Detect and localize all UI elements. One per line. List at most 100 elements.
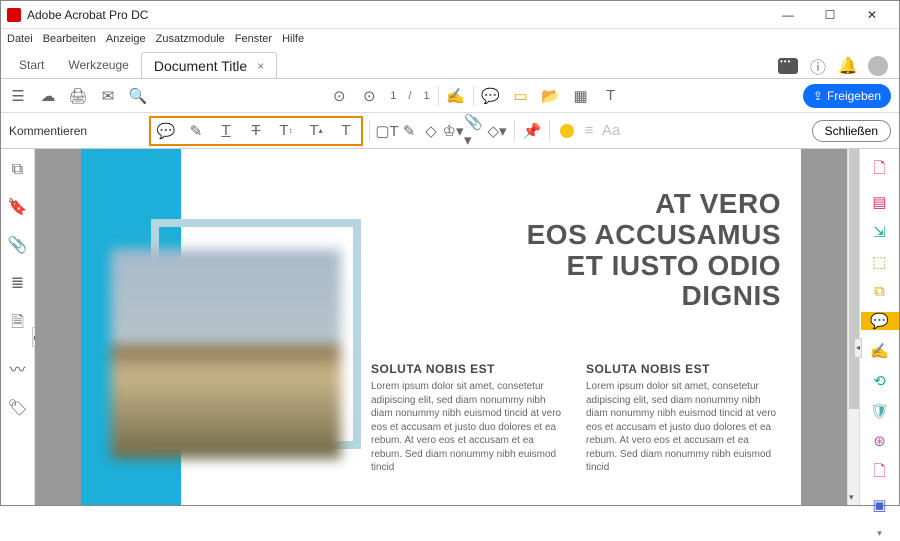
page-up-icon[interactable]: ⊙ [330, 87, 348, 105]
pencil-icon[interactable]: ✎ [398, 120, 420, 142]
headline-line: DIGNIS [381, 281, 781, 312]
page-total: 1 [423, 90, 429, 102]
tab-bar: Start Werkzeuge Document Title × ⓘ 🔔 [1, 49, 899, 79]
annotation-tools-group: 💬 ✎ T T T↕ T▴ T [149, 116, 363, 146]
right-tools-rail: 🗋 ▤ ⇲ ⬚ ⧉ 💬 ✍ ⟲ 🛡 ⊛ 🗋 ▣ ▾ ◂ [859, 149, 899, 505]
textbox-icon[interactable]: ▢T [376, 120, 398, 142]
search-icon[interactable]: 🔍 [129, 87, 147, 105]
share-icon: ⇪ [813, 89, 823, 103]
font-icon[interactable]: Aa [600, 120, 622, 142]
minimize-button[interactable]: — [767, 2, 809, 28]
scrollbar-thumb[interactable] [849, 149, 859, 409]
tab-document[interactable]: Document Title × [141, 52, 277, 78]
column-left: SOLUTA NOBIS EST Lorem ipsum dolor sit a… [371, 362, 566, 475]
highlight-text-icon[interactable]: ✎ [185, 120, 207, 142]
underline-icon[interactable]: T [215, 120, 237, 142]
sign-icon[interactable]: ✍ [447, 87, 465, 105]
document-area: ⧉ 🔖 📎 ≣ 🗎 〰 🏷 ▸ AT VERO EOS ACCUSAMUS ET… [1, 149, 899, 505]
headline-line: ET IUSTO ODIO [381, 251, 781, 282]
sidebar-toggle-icon[interactable]: ☰ [9, 87, 27, 105]
eraser-icon[interactable]: ◇ [420, 120, 442, 142]
sticky-note-icon[interactable]: 💬 [155, 120, 177, 142]
menu-item[interactable]: Bearbeiten [43, 33, 96, 45]
vertical-scrollbar[interactable]: ▾ [847, 149, 859, 505]
articles-icon[interactable]: 🗎 [11, 311, 24, 338]
menu-item[interactable]: Zusatzmodule [156, 33, 225, 45]
attachments-icon[interactable]: 📎 [8, 235, 28, 255]
layers-icon[interactable]: ≣ [11, 273, 24, 293]
line-weight-icon[interactable]: ≡ [578, 120, 600, 142]
menu-item[interactable]: Hilfe [282, 33, 304, 45]
bookmarks-icon[interactable]: 🔖 [8, 197, 28, 217]
print-icon[interactable]: 🖨 [69, 87, 87, 105]
insert-text-icon[interactable]: T▴ [305, 120, 327, 142]
more-tools-icon[interactable]: ⊛ [869, 432, 891, 450]
protect-icon[interactable]: 🛡 [869, 402, 891, 420]
tab-close-icon[interactable]: × [257, 59, 264, 73]
left-nav-rail: ⧉ 🔖 📎 ≣ 🗎 〰 🏷 ▸ [1, 149, 35, 505]
email-icon[interactable]: ✉ [99, 87, 117, 105]
fill-sign-icon[interactable]: ✍ [869, 342, 891, 360]
tab-start[interactable]: Start [7, 52, 56, 78]
optimize-icon[interactable]: 🗋 [869, 462, 891, 484]
menu-item[interactable]: Fenster [235, 33, 272, 45]
column-body: Lorem ipsum dolor sit amet, consetetur a… [586, 380, 781, 475]
signatures-icon[interactable]: 〰 [9, 356, 25, 380]
replace-text-icon[interactable]: T↕ [275, 120, 297, 142]
strikethrough-icon[interactable]: T [245, 120, 267, 142]
thumbnails-icon[interactable]: ⧉ [12, 161, 23, 179]
page-current[interactable]: 1 [390, 90, 396, 102]
headline-line: EOS ACCUSAMUS [381, 220, 781, 251]
menu-item[interactable]: Datei [7, 33, 33, 45]
text-add-icon[interactable]: T [602, 87, 620, 104]
tab-label: Document Title [154, 58, 247, 74]
shapes-icon[interactable]: ◇▾ [486, 120, 508, 142]
close-toolbar-button[interactable]: Schließen [812, 120, 891, 142]
tab-tools[interactable]: Werkzeuge [56, 52, 140, 78]
organize-icon[interactable]: ▦ [572, 87, 590, 105]
add-text-icon[interactable]: T [335, 120, 357, 142]
page-canvas[interactable]: AT VERO EOS ACCUSAMUS ET IUSTO ODIO DIGN… [35, 149, 847, 505]
page-down-icon[interactable]: ⊙ [360, 87, 378, 105]
chat-icon[interactable] [776, 54, 800, 78]
document-page: AT VERO EOS ACCUSAMUS ET IUSTO ODIO DIGN… [81, 149, 801, 505]
app-logo-icon [7, 8, 21, 22]
comment-toolbar: Kommentieren 💬 ✎ T T T↕ T▴ T ▢T ✎ ◇ ♔▾ 📎… [1, 113, 899, 149]
maximize-button[interactable]: ☐ [809, 2, 851, 28]
menu-item[interactable]: Anzeige [106, 33, 146, 45]
send-review-icon[interactable]: ⟲ [869, 372, 891, 390]
organize-pages-icon[interactable]: ⧉ [869, 283, 891, 300]
column-right: SOLUTA NOBIS EST Lorem ipsum dolor sit a… [586, 362, 781, 475]
column-heading: SOLUTA NOBIS EST [586, 362, 781, 376]
page-headline: AT VERO EOS ACCUSAMUS ET IUSTO ODIO DIGN… [381, 189, 781, 312]
headline-line: AT VERO [381, 189, 781, 220]
comment-sticky-icon[interactable]: 💬 [482, 87, 500, 105]
color-picker-icon[interactable] [556, 120, 578, 142]
bell-icon[interactable]: 🔔 [836, 54, 860, 78]
stamp-icon[interactable]: ♔▾ [442, 120, 464, 142]
edit-pdf-icon[interactable]: ⬚ [869, 253, 891, 271]
window-title: Adobe Acrobat Pro DC [27, 8, 148, 22]
save-cloud-icon[interactable]: ☁ [39, 87, 57, 105]
share-button[interactable]: ⇪ Freigeben [803, 84, 891, 108]
scroll-down-icon[interactable]: ▾ [849, 492, 854, 503]
comment-toolbar-label: Kommentieren [9, 124, 149, 138]
account-avatar-icon[interactable] [866, 54, 890, 78]
page-columns: SOLUTA NOBIS EST Lorem ipsum dolor sit a… [371, 362, 781, 475]
right-rail-expand-icon[interactable]: ◂ [854, 338, 862, 358]
page-sep: / [408, 90, 411, 102]
chevron-down-icon[interactable]: ▾ [877, 526, 882, 541]
pin-icon[interactable]: 📌 [521, 120, 543, 142]
attach-icon[interactable]: 📎▾ [464, 120, 486, 142]
folder-icon[interactable]: 📂 [542, 87, 560, 105]
page-image [111, 249, 341, 459]
tags-icon[interactable]: 🏷 [7, 398, 27, 418]
combine-icon[interactable]: ▤ [869, 193, 891, 211]
export-icon[interactable]: ⇲ [869, 223, 891, 241]
create-pdf-icon[interactable]: 🗋 [869, 159, 891, 181]
redact-icon[interactable]: ▣ [869, 496, 891, 514]
comment-tool-icon[interactable]: 💬 [861, 312, 899, 330]
help-icon[interactable]: ⓘ [806, 54, 830, 78]
highlight-icon[interactable]: ▭ [512, 87, 530, 105]
close-button[interactable]: ✕ [851, 2, 893, 28]
